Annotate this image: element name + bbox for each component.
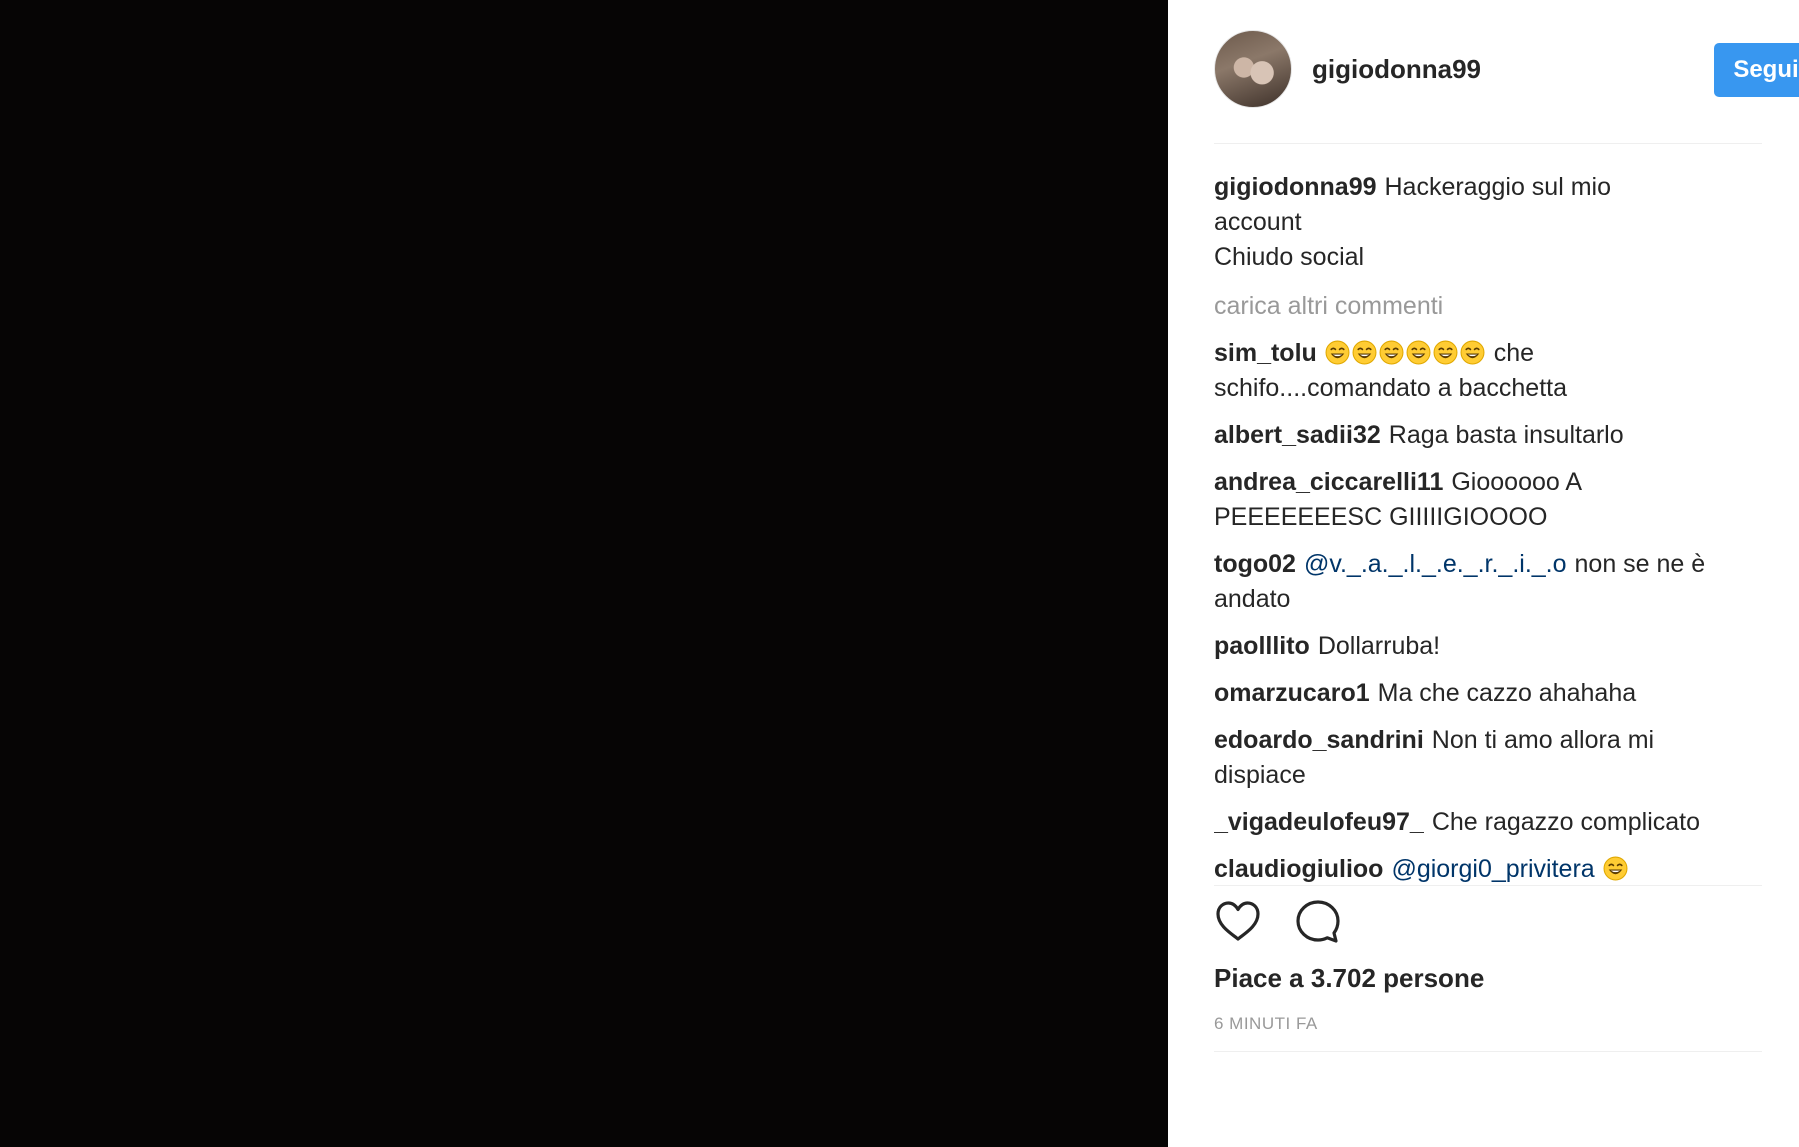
comment-text: Dollarruba! — [1317, 632, 1441, 660]
list-item: sim_tolu che schifo....comandato a bacch… — [1214, 336, 1762, 406]
comment-text: andato — [1214, 585, 1291, 613]
comment-username[interactable]: paolllito — [1214, 632, 1310, 660]
list-item: albert_sadii32 Raga basta insultarlo — [1214, 418, 1762, 453]
laughing-emoji-icon — [1460, 340, 1485, 365]
load-more-comments-link[interactable]: carica altri commenti — [1214, 289, 1762, 324]
comments-divider — [1214, 885, 1762, 886]
laughing-emoji-icon — [1406, 340, 1431, 365]
comment-text: non se ne è — [1574, 550, 1706, 578]
comment-text: Raga basta insultarlo — [1388, 421, 1624, 449]
laughing-emoji-icon — [1352, 340, 1377, 365]
caption-text: Chiudo social — [1214, 243, 1365, 271]
comment-icon[interactable] — [1294, 898, 1342, 946]
caption-username[interactable]: gigiodonna99 — [1214, 173, 1377, 201]
comment-username[interactable]: edoardo_sandrini — [1214, 726, 1424, 754]
list-item: omarzucaro1 Ma che cazzo ahahaha — [1214, 676, 1762, 711]
laughing-emoji-icon — [1603, 856, 1628, 881]
list-item: togo02 @v._.a._.l._.e._.r._.i._.o non se n… — [1214, 547, 1762, 617]
comment-mention[interactable]: @v._.a._.l._.e._.r._.i._.o — [1304, 550, 1567, 578]
post-timestamp: 6 MINUTI FA — [1214, 1014, 1318, 1033]
comment-text: dispiace — [1214, 761, 1306, 789]
comment-text: PEEEEEEESC GIIIIIGIOOOO — [1214, 503, 1548, 531]
laughing-emoji-icon — [1433, 340, 1458, 365]
list-item: _vigadeulofeu97_ Che ragazzo complicato — [1214, 805, 1762, 840]
instagram-post-view: gigiodonna99 Segui gigiodonna99 Hackeragg… — [0, 0, 1799, 1147]
list-item: claudiogiulioo @giorgi0_privitera — [1214, 852, 1762, 882]
comment-text: Non ti amo allora mi — [1431, 726, 1655, 754]
comment-text: Ma che cazzo ahahaha — [1377, 679, 1637, 707]
list-item: edoardo_sandrini Non ti amo allora mi dis… — [1214, 723, 1762, 793]
comment-text: Gioooooo A — [1451, 468, 1583, 496]
comment-text: Che ragazzo complicato — [1431, 808, 1701, 836]
list-item: paolllito Dollarruba! — [1214, 629, 1762, 664]
post-side-panel: gigiodonna99 Segui gigiodonna99 Hackeragg… — [1168, 0, 1799, 1147]
laughing-emoji-icon — [1379, 340, 1404, 365]
emoji-group — [1603, 855, 1630, 882]
emoji-group — [1325, 339, 1494, 367]
list-item: andrea_ciccarelli11 Gioooooo A PEEEEEEESC… — [1214, 465, 1762, 535]
comment-username[interactable]: andrea_ciccarelli11 — [1214, 468, 1443, 496]
comment-mention[interactable]: @giorgi0_privitera — [1391, 855, 1594, 882]
comment-text: che — [1493, 339, 1535, 367]
footer-divider — [1214, 1051, 1762, 1052]
laughing-emoji-icon — [1325, 340, 1350, 365]
post-caption: gigiodonna99 Hackeraggio sul mio account … — [1214, 170, 1762, 275]
post-image[interactable] — [0, 0, 1168, 1147]
comment-text: schifo....comandato a bacchetta — [1214, 374, 1567, 402]
header-username[interactable]: gigiodonna99 — [1312, 54, 1481, 85]
comments-list: gigiodonna99 Hackeraggio sul mio account … — [1214, 170, 1762, 882]
avatar[interactable] — [1214, 30, 1292, 108]
caption-text: Hackeraggio sul mio — [1384, 173, 1612, 201]
header-divider — [1214, 143, 1762, 144]
follow-button[interactable]: Segui — [1714, 43, 1799, 97]
post-actions — [1214, 898, 1414, 946]
comment-username[interactable]: albert_sadii32 — [1214, 421, 1381, 449]
comment-username[interactable]: omarzucaro1 — [1214, 679, 1370, 707]
comment-username[interactable]: sim_tolu — [1214, 339, 1317, 367]
caption-text: account — [1214, 208, 1302, 236]
comment-username[interactable]: _vigadeulofeu97_ — [1214, 808, 1424, 836]
comment-username[interactable]: togo02 — [1214, 550, 1296, 578]
likes-count[interactable]: Piace a 3.702 persone — [1214, 963, 1484, 994]
comment-username[interactable]: claudiogiulioo — [1214, 855, 1383, 882]
heart-icon[interactable] — [1214, 898, 1262, 946]
post-header: gigiodonna99 Segui — [1214, 30, 1799, 110]
